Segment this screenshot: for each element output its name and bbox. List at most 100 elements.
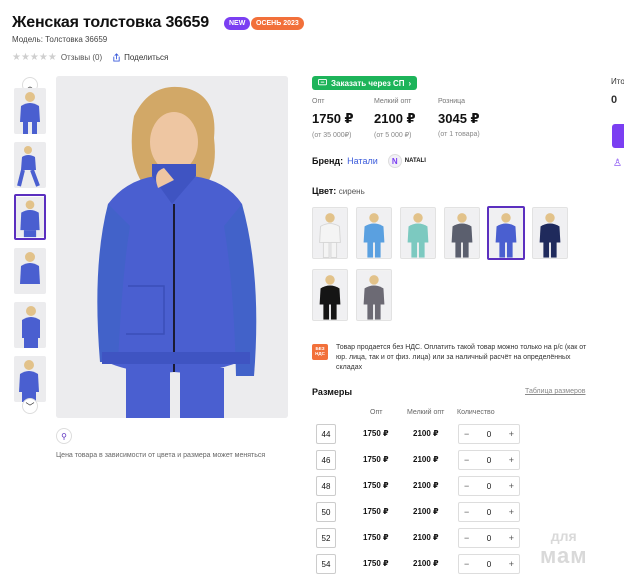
minus-icon[interactable]: −: [464, 481, 469, 491]
quantity-value[interactable]: 0: [487, 430, 491, 439]
color-swatch[interactable]: [312, 269, 348, 321]
size-row: 50 1750 ₽ 2100 ₽ − 0 +: [316, 502, 526, 524]
color-swatch[interactable]: [356, 269, 392, 321]
price-condition: (от 5 000 ₽): [374, 132, 412, 139]
brand-link[interactable]: Натали: [347, 156, 378, 166]
size-label: 52: [316, 528, 336, 548]
brand-logo-text: NATALI: [404, 158, 426, 164]
column-header-qty: Количество: [457, 409, 495, 416]
plus-icon[interactable]: +: [509, 507, 514, 517]
quantity-value[interactable]: 0: [487, 482, 491, 491]
minus-icon[interactable]: −: [464, 533, 469, 543]
price-retail: Розница 3045 ₽ (от 1 товара): [438, 98, 480, 138]
thumbnail[interactable]: [14, 88, 46, 134]
plus-icon[interactable]: +: [509, 481, 514, 491]
price-value: 2100 ₽: [374, 111, 416, 126]
size-table-link[interactable]: Таблица размеров: [525, 388, 586, 395]
color-swatch[interactable]: [532, 207, 568, 259]
chevron-right-icon: ›: [408, 78, 412, 88]
main-product-photo[interactable]: [56, 76, 288, 418]
quantity-stepper[interactable]: − 0 +: [458, 424, 520, 444]
share-button[interactable]: Поделиться: [112, 53, 168, 62]
color-swatch[interactable]: [444, 207, 480, 259]
price-opt: Опт 1750 ₽ (от 35 000₽): [312, 98, 354, 139]
price-small-opt: Мелкий опт 2100 ₽ (от 5 000 ₽): [374, 98, 416, 139]
size-label: 48: [316, 476, 336, 496]
size-price-small-opt: 2100 ₽: [413, 507, 439, 516]
season-badge: ОСЕНЬ 2023: [251, 17, 304, 30]
size-row: 54 1750 ₽ 2100 ₽ − 0 +: [316, 554, 526, 576]
color-swatch[interactable]: [400, 207, 436, 259]
minus-icon[interactable]: −: [464, 507, 469, 517]
quantity-stepper[interactable]: − 0 +: [458, 476, 520, 496]
order-sp-button[interactable]: Заказать через СП ›: [312, 76, 418, 90]
price-label: Розница: [438, 98, 466, 105]
minus-icon[interactable]: −: [464, 455, 469, 465]
quantity-stepper[interactable]: − 0 +: [458, 450, 520, 470]
thumbnail[interactable]: [14, 356, 46, 402]
total-value: 0: [611, 94, 618, 106]
product-title: Женская толстовка 36659: [12, 14, 209, 31]
brand-logo-mark: N: [387, 154, 402, 168]
size-price-opt: 1750 ₽: [363, 481, 389, 490]
quantity-stepper[interactable]: − 0 +: [458, 528, 520, 548]
no-vat-icon: БЕЗ НДС: [312, 344, 328, 360]
size-price-small-opt: 2100 ₽: [413, 559, 439, 568]
quantity-stepper[interactable]: − 0 +: [458, 502, 520, 522]
size-price-opt: 1750 ₽: [363, 507, 389, 516]
rating-stars: ★★★★★: [12, 52, 57, 63]
size-row: 52 1750 ₽ 2100 ₽ − 0 +: [316, 528, 526, 550]
size-info-icon[interactable]: ⚲: [56, 428, 72, 444]
brand-label: Бренд:: [312, 156, 344, 166]
product-models: Модель: Толстовка 36659: [12, 35, 108, 44]
color-swatch[interactable]: [312, 207, 348, 259]
minus-icon[interactable]: −: [464, 559, 469, 569]
plus-icon[interactable]: +: [509, 559, 514, 569]
brand-logo[interactable]: N NATALI: [387, 154, 426, 168]
size-row: 44 1750 ₽ 2100 ₽ − 0 +: [316, 424, 526, 446]
color-label: Цвет:: [312, 186, 337, 196]
size-price-small-opt: 2100 ₽: [413, 455, 439, 464]
size-label: 44: [316, 424, 336, 444]
total-label: Ито: [611, 77, 624, 86]
minus-icon[interactable]: −: [464, 429, 469, 439]
size-price-opt: 1750 ₽: [363, 533, 389, 542]
color-row: Цвет: сирень: [312, 186, 365, 196]
plus-icon[interactable]: +: [509, 533, 514, 543]
quantity-stepper[interactable]: − 0 +: [458, 554, 520, 574]
quantity-value[interactable]: 0: [487, 534, 491, 543]
share-label: Поделиться: [124, 53, 169, 62]
price-label: Мелкий опт: [374, 98, 412, 105]
rating-row: ★★★★★ Отзывы (0) Поделиться: [12, 52, 168, 63]
quantity-value[interactable]: 0: [487, 560, 491, 569]
quantity-value[interactable]: 0: [487, 456, 491, 465]
brand-row: Бренд: Натали N NATALI: [312, 154, 426, 168]
cart-icon: [318, 79, 327, 86]
price-value: 3045 ₽: [438, 111, 480, 126]
quantity-value[interactable]: 0: [487, 508, 491, 517]
no-vat-icon-line: НДС: [315, 351, 325, 356]
thumbnail-active[interactable]: [14, 194, 46, 240]
column-header-small-opt: Мелкий опт: [407, 409, 445, 416]
vat-notice: Товар продается без НДС. Оплатить такой …: [336, 344, 587, 371]
size-label: 54: [316, 554, 336, 574]
size-label: 46: [316, 450, 336, 470]
thumbnail[interactable]: [14, 248, 46, 294]
thumbnail[interactable]: [14, 142, 46, 188]
plus-icon[interactable]: +: [509, 429, 514, 439]
checkout-button[interactable]: [612, 124, 624, 148]
size-price-opt: 1750 ₽: [363, 429, 389, 438]
user-icon[interactable]: ♙: [613, 158, 622, 169]
sizes-title: Размеры: [312, 387, 353, 397]
price-condition: (от 35 000₽): [312, 132, 352, 139]
reviews-link[interactable]: Отзывы (0): [61, 53, 102, 62]
size-price-small-opt: 2100 ₽: [413, 481, 439, 490]
size-row: 46 1750 ₽ 2100 ₽ − 0 +: [316, 450, 526, 472]
plus-icon[interactable]: +: [509, 455, 514, 465]
thumbnail[interactable]: [14, 302, 46, 348]
size-label: 50: [316, 502, 336, 522]
color-swatch[interactable]: [356, 207, 392, 259]
thumbs-down-arrow-icon[interactable]: ﹀: [22, 398, 38, 414]
color-swatch-active[interactable]: [487, 206, 525, 260]
size-price-opt: 1750 ₽: [363, 455, 389, 464]
